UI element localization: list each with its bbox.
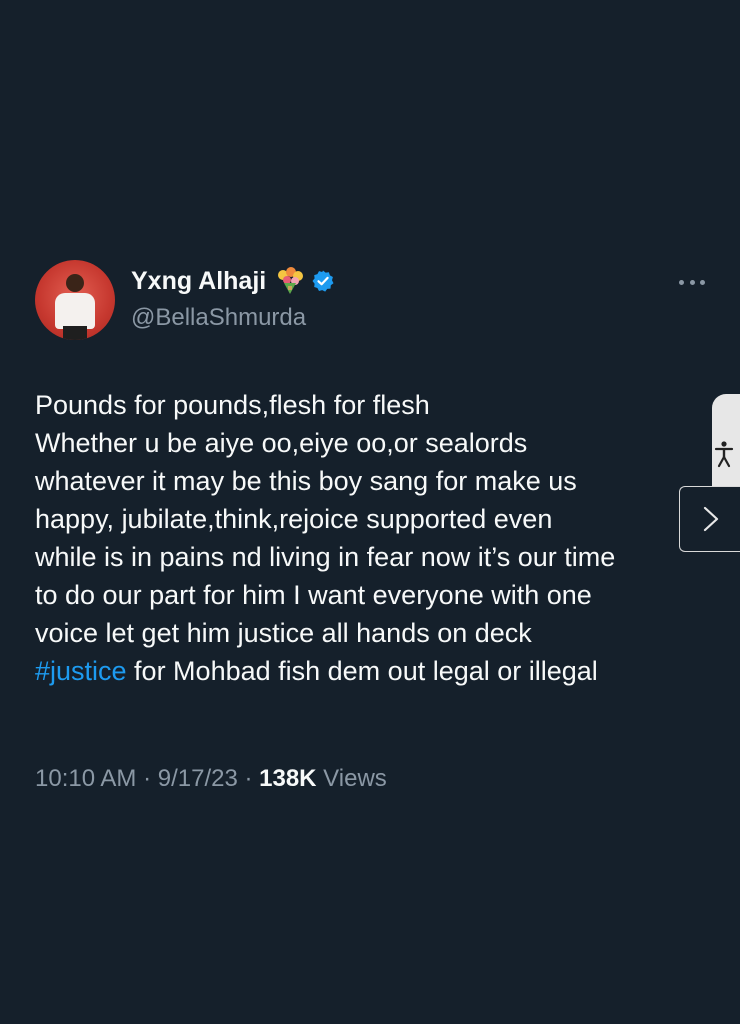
more-dot [689, 279, 695, 285]
tweet-line: Pounds for pounds,flesh for flesh [35, 390, 430, 420]
accessibility-icon[interactable] [714, 440, 734, 468]
tweet-line: happy, jubilate,think,rejoice supported … [35, 504, 553, 534]
more-dot [679, 279, 684, 285]
more-dot [700, 279, 705, 285]
tweet-card: Yxng Alhaji @BellaShmurda Pounds for pou… [0, 0, 740, 1024]
author-display-name[interactable]: Yxng Alhaji [131, 267, 266, 296]
tweet-meta: 10:10 AM · 9/17/23 · 138K Views [35, 765, 387, 793]
avatar-shirt [55, 293, 95, 329]
tweet-time[interactable]: 10:10 AM [35, 765, 136, 792]
author-handle[interactable]: @BellaShmurda [131, 304, 306, 332]
tweet-line: to do our part for him I want everyone w… [35, 580, 592, 610]
author-name-row[interactable]: Yxng Alhaji [131, 266, 335, 296]
avatar-legs [63, 326, 87, 340]
next-button[interactable] [679, 486, 740, 552]
avatar[interactable] [35, 260, 115, 340]
tweet-line-last: #justice for Mohbad fish dem out legal o… [35, 652, 715, 690]
tweet-line: while is in pains nd living in fear now … [35, 542, 616, 572]
tweet-date[interactable]: 9/17/23 [158, 765, 238, 792]
avatar-head [66, 274, 84, 292]
hashtag-link[interactable]: #justice [35, 656, 127, 686]
meta-separator: · [237, 765, 260, 792]
tweet-line: voice let get him justice all hands on d… [35, 618, 532, 648]
tweet-line: whatever it may be this boy sang for mak… [35, 466, 577, 496]
tweet-line-rest: for Mohbad fish dem out legal or illegal [126, 656, 598, 686]
chevron-right-icon [703, 506, 719, 532]
more-options-icon[interactable] [679, 272, 705, 292]
tweet-line: Whether u be aiye oo,eiye oo,or sealords [35, 428, 528, 458]
views-count: 138K [259, 765, 317, 792]
tweet-text: Pounds for pounds,flesh for flesh Whethe… [35, 386, 715, 690]
verified-badge-icon [312, 270, 334, 292]
views-label: Views [316, 765, 387, 792]
bouquet-icon [278, 267, 304, 294]
meta-separator: · [136, 765, 158, 792]
